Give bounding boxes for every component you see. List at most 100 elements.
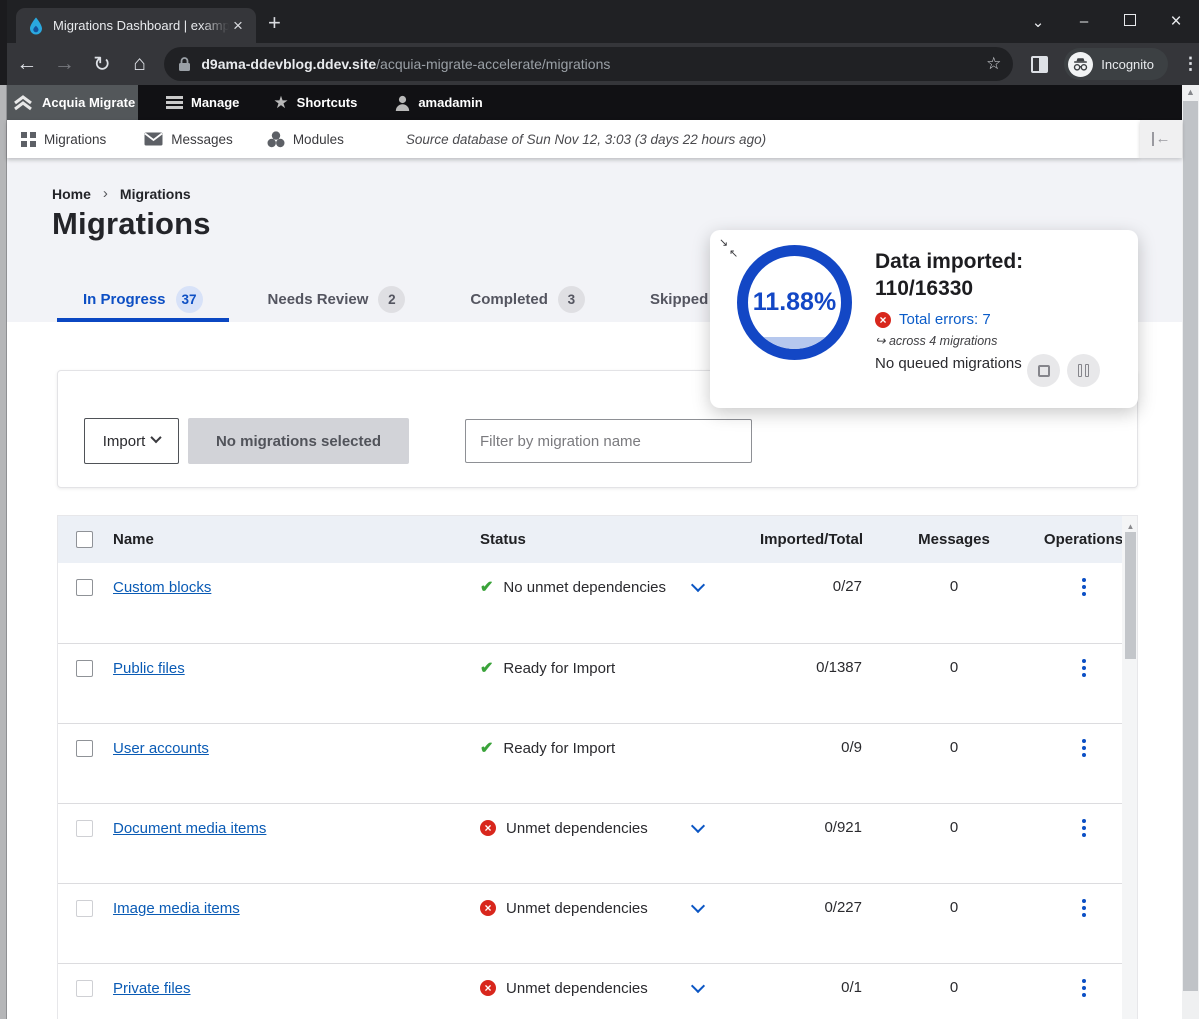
kebab-menu-icon[interactable] bbox=[1082, 657, 1086, 679]
shortcuts-label: Shortcuts bbox=[297, 95, 358, 110]
chevron-down-icon[interactable] bbox=[691, 899, 705, 913]
progress-ring: 11.88% bbox=[737, 245, 852, 360]
browser-menu-icon[interactable]: ⋮ bbox=[1182, 54, 1199, 74]
migration-name-link[interactable]: Public files bbox=[113, 660, 185, 677]
error-icon: × bbox=[875, 312, 891, 328]
import-progress-card: ↘ ↖ 11.88% Data imported: 110/16330 × To… bbox=[710, 230, 1138, 408]
kebab-menu-icon[interactable] bbox=[1082, 817, 1086, 839]
tab-completed[interactable]: Completed 3 bbox=[444, 276, 611, 322]
modules-nav-item[interactable]: Modules bbox=[267, 131, 358, 148]
progress-ring-fill bbox=[748, 337, 841, 349]
status-text: Ready for Import bbox=[503, 660, 615, 677]
table-row: User accounts ✔ Ready for Import 0/9 0 bbox=[58, 723, 1137, 803]
scroll-up-icon[interactable]: ▲ bbox=[1122, 522, 1138, 531]
chevron-down-icon[interactable] bbox=[691, 578, 705, 592]
home-icon[interactable]: ⌂ bbox=[121, 52, 159, 76]
window-minimize-button[interactable]: – bbox=[1061, 13, 1107, 30]
browser-titlebar: Migrations Dashboard | example × + ⌄ – × bbox=[0, 0, 1199, 43]
across-arrow-icon: ↪ bbox=[875, 334, 885, 348]
header-name: Name bbox=[113, 528, 480, 552]
acquia-migrate-brand[interactable]: Acquia Migrate bbox=[0, 85, 138, 120]
user-menu-item[interactable]: amadamin bbox=[395, 95, 482, 111]
resize-arrow-icon[interactable]: ↖ bbox=[729, 249, 738, 260]
table-scrollbar-thumb[interactable] bbox=[1125, 532, 1136, 659]
incognito-icon bbox=[1068, 52, 1093, 77]
imported-total-value: 0/227 bbox=[760, 896, 862, 920]
incognito-badge: Incognito bbox=[1064, 48, 1168, 80]
imported-total-value: 0/1 bbox=[760, 976, 862, 1000]
total-errors-link[interactable]: Total errors: 7 bbox=[899, 311, 991, 328]
messages-count: 0 bbox=[862, 896, 1046, 920]
table-row: Private files × Unmet dependencies 0/1 0 bbox=[58, 963, 1137, 1019]
window-maximize-button[interactable] bbox=[1107, 13, 1153, 30]
tab-close-icon[interactable]: × bbox=[233, 17, 243, 34]
status-text: Unmet dependencies bbox=[506, 980, 648, 997]
kebab-menu-icon[interactable] bbox=[1082, 977, 1086, 999]
scroll-up-icon[interactable]: ▲ bbox=[1182, 87, 1199, 100]
page-scrollbar-thumb[interactable] bbox=[1183, 101, 1198, 991]
toolbar-collapse-button[interactable]: ← bbox=[1140, 120, 1182, 158]
chevron-down-icon[interactable] bbox=[691, 979, 705, 993]
data-imported-value: 110/16330 bbox=[875, 275, 1125, 302]
tab-count-badge: 37 bbox=[176, 286, 203, 313]
forward-icon[interactable]: → bbox=[46, 52, 84, 76]
table-row: Custom blocks ✔ No unmet dependencies 0/… bbox=[58, 563, 1137, 643]
migrations-nav-item[interactable]: Migrations bbox=[21, 132, 120, 147]
error-icon: × bbox=[480, 900, 496, 916]
row-checkbox[interactable] bbox=[76, 660, 93, 677]
row-checkbox[interactable] bbox=[76, 579, 93, 596]
page-title: Migrations bbox=[52, 206, 211, 242]
window-chevron-icon[interactable]: ⌄ bbox=[1015, 13, 1061, 31]
star-icon: ★ bbox=[273, 93, 288, 113]
manage-menu-item[interactable]: Manage bbox=[166, 95, 239, 110]
migrations-table: Name Status Imported/Total Messages Oper… bbox=[57, 515, 1138, 1019]
select-all-checkbox[interactable] bbox=[76, 531, 93, 548]
window-close-button[interactable]: × bbox=[1153, 11, 1199, 33]
lock-icon bbox=[178, 57, 191, 72]
imported-total-value: 0/921 bbox=[760, 816, 862, 840]
tab-bar: In Progress 37 Needs Review 2 Completed … bbox=[57, 276, 747, 322]
breadcrumb: Home › Migrations bbox=[52, 185, 191, 202]
imported-total-value: 0/1387 bbox=[760, 656, 862, 680]
selection-label: No migrations selected bbox=[216, 433, 381, 450]
table-row: Image media items × Unmet dependencies 0… bbox=[58, 883, 1137, 963]
envelope-icon bbox=[144, 132, 163, 146]
grid-icon bbox=[21, 132, 36, 147]
kebab-menu-icon[interactable] bbox=[1082, 737, 1086, 759]
tab-needs-review[interactable]: Needs Review 2 bbox=[242, 276, 432, 322]
migration-name-link[interactable]: User accounts bbox=[113, 740, 209, 757]
chevron-down-icon[interactable] bbox=[691, 819, 705, 833]
tab-in-progress[interactable]: In Progress 37 bbox=[57, 276, 229, 322]
messages-nav-item[interactable]: Messages bbox=[144, 132, 247, 147]
header-status: Status bbox=[480, 528, 760, 552]
manage-label: Manage bbox=[191, 95, 239, 110]
resize-arrow-icon[interactable]: ↘ bbox=[719, 238, 728, 249]
stop-button[interactable] bbox=[1027, 354, 1060, 387]
migration-name-link[interactable]: Private files bbox=[113, 980, 191, 997]
kebab-menu-icon[interactable] bbox=[1082, 897, 1086, 919]
kebab-menu-icon[interactable] bbox=[1082, 576, 1086, 598]
pause-button[interactable] bbox=[1067, 354, 1100, 387]
messages-count: 0 bbox=[862, 976, 1046, 1000]
migration-name-link[interactable]: Document media items bbox=[113, 820, 266, 837]
row-checkbox[interactable] bbox=[76, 740, 93, 757]
new-tab-button[interactable]: + bbox=[268, 12, 281, 34]
messages-count: 0 bbox=[862, 816, 1046, 840]
messages-count: 0 bbox=[862, 656, 1046, 680]
shortcuts-menu-item[interactable]: ★ Shortcuts bbox=[273, 93, 357, 113]
tab-title: Migrations Dashboard | example bbox=[53, 18, 229, 33]
side-panel-icon[interactable] bbox=[1031, 56, 1048, 73]
source-database-note: Source database of Sun Nov 12, 3:03 (3 d… bbox=[406, 132, 766, 147]
breadcrumb-separator-icon: › bbox=[103, 185, 108, 202]
tab-count-badge: 2 bbox=[378, 286, 405, 313]
import-dropdown-button[interactable]: Import bbox=[84, 418, 179, 464]
reload-icon[interactable]: ↻ bbox=[83, 52, 121, 77]
migration-name-link[interactable]: Image media items bbox=[113, 900, 240, 917]
url-bar[interactable]: d9ama-ddevblog.ddev.site/acquia-migrate-… bbox=[164, 47, 1013, 81]
browser-tab[interactable]: Migrations Dashboard | example × bbox=[16, 8, 256, 43]
migration-filter-input[interactable] bbox=[465, 419, 752, 463]
back-icon[interactable]: ← bbox=[8, 52, 46, 76]
migration-name-link[interactable]: Custom blocks bbox=[113, 579, 211, 596]
bookmark-star-icon[interactable]: ☆ bbox=[986, 54, 1001, 74]
breadcrumb-home-link[interactable]: Home bbox=[52, 186, 91, 202]
